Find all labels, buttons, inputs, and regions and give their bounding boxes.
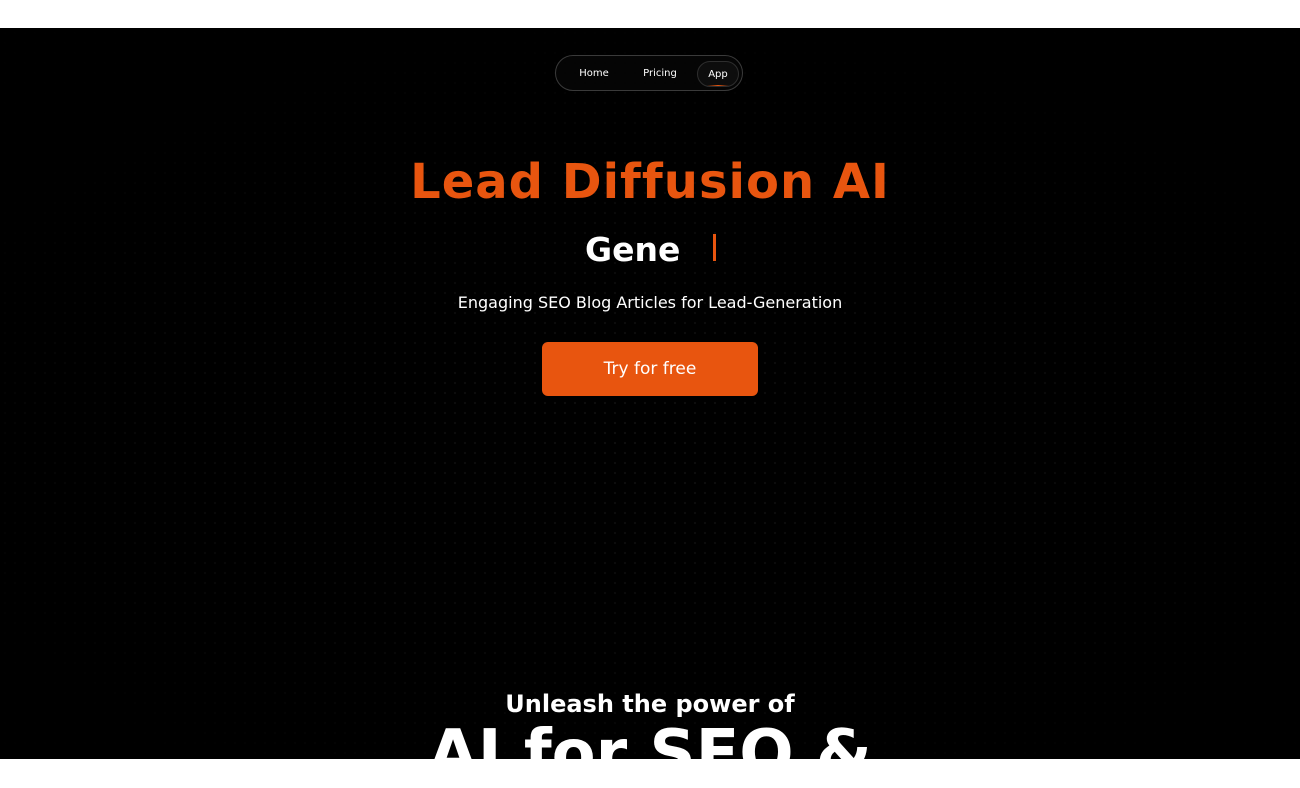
nav-app-link[interactable]: App: [697, 61, 739, 87]
nav-home-link[interactable]: Home: [570, 61, 618, 87]
nav-active-indicator: [707, 85, 729, 86]
top-nav: Home Pricing App: [555, 55, 743, 91]
nav-pricing-link[interactable]: Pricing: [636, 61, 684, 87]
section-headline: AI for SEO &: [428, 717, 872, 759]
try-for-free-button[interactable]: Try for free: [542, 342, 758, 396]
hero-tagline: Engaging SEO Blog Articles for Lead-Gene…: [457, 293, 843, 312]
typing-caret: [713, 234, 716, 261]
nav-app-label: App: [708, 69, 728, 80]
hero-title: Lead Diffusion AI: [410, 154, 890, 210]
typing-text: Gene: [585, 230, 681, 269]
page-viewport: Home Pricing App Lead Diffusion AI Gene …: [0, 28, 1300, 759]
